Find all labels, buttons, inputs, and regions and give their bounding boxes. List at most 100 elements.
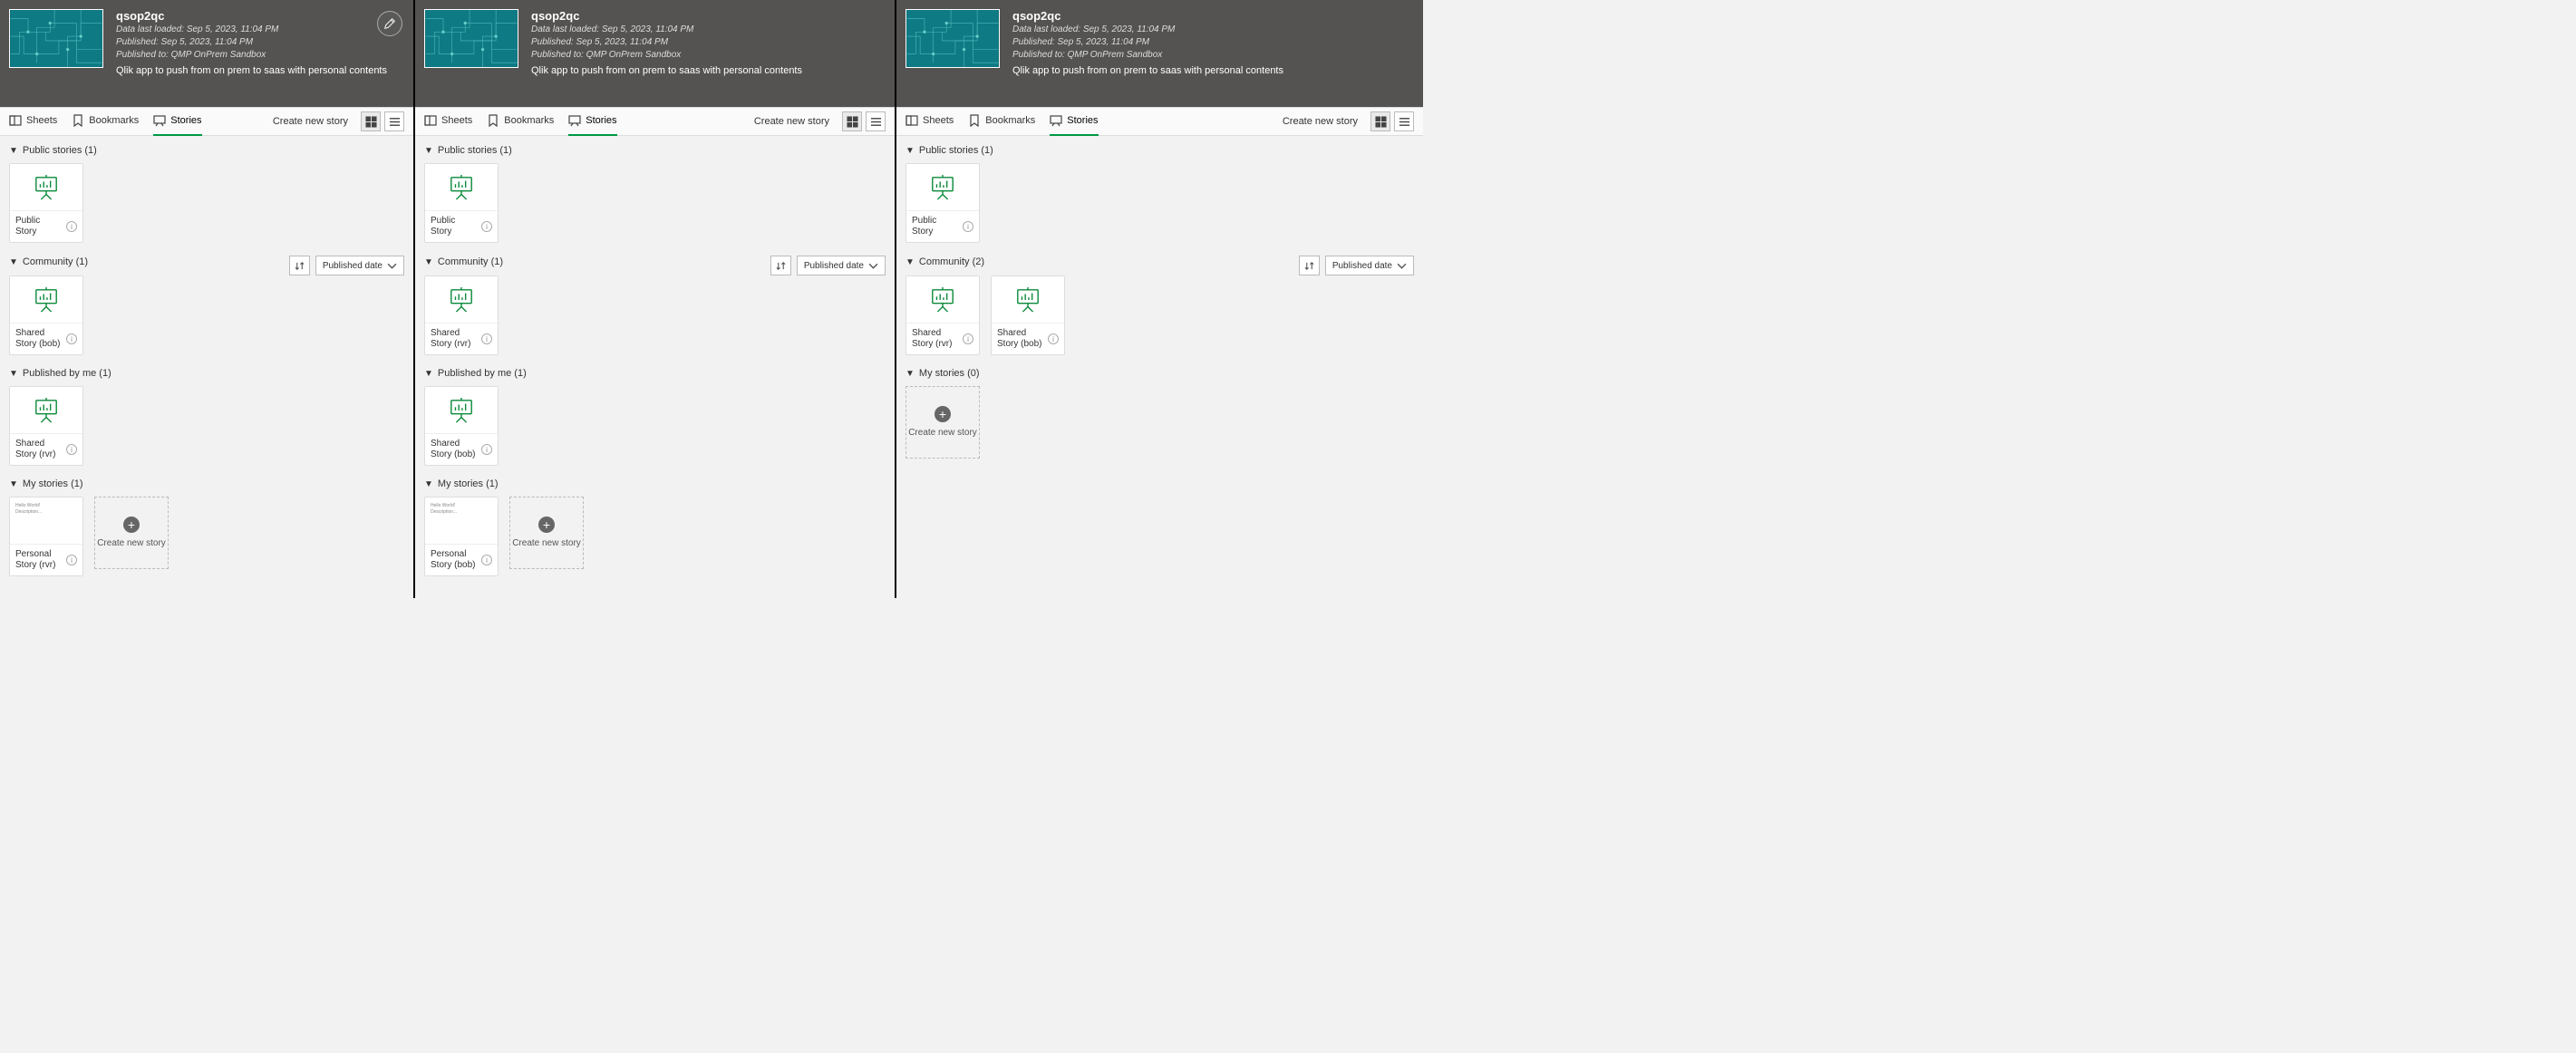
meta-published: Published: Sep 5, 2023, 11:04 PM [531,36,802,48]
tab-bookmarks[interactable]: Bookmarks [968,107,1035,136]
story-section: ▼My stories (1) Hello World! Description… [424,478,886,576]
collapse-icon: ▼ [424,479,433,489]
info-icon[interactable]: i [963,333,973,344]
info-icon[interactable]: i [481,333,492,344]
section-header[interactable]: ▼Community (1) [424,256,503,267]
collapse-icon: ▼ [905,369,915,379]
sort-field-dropdown[interactable]: Published date [315,256,404,275]
app-thumbnail [905,9,1000,68]
create-story-label: Create new story [512,538,581,549]
tab-bookmarks[interactable]: Bookmarks [72,107,139,136]
story-card[interactable]: Public Storyi [9,163,83,243]
create-story-card[interactable]: + Create new story [94,497,169,569]
story-card[interactable]: Shared Story (bob)i [991,275,1065,355]
create-story-label: Create new story [908,428,977,439]
story-card[interactable]: Shared Story (bob)i [9,275,83,355]
info-icon[interactable]: i [66,444,77,455]
section-header[interactable]: ▼My stories (1) [424,478,499,489]
story-card[interactable]: Shared Story (bob)i [424,386,499,466]
info-icon[interactable]: i [66,555,77,565]
story-card[interactable]: Shared Story (rvr)i [424,275,499,355]
tab-stories[interactable]: Stories [1050,107,1098,136]
content-area: ▼Public stories (1) Public Storyi ▼Commu… [0,136,413,598]
story-thumbnail: Hello World! Description... [10,498,82,545]
section-header[interactable]: ▼Community (1) [9,256,88,267]
tab-stories[interactable]: Stories [568,107,616,136]
story-card[interactable]: Hello World! Description... Personal Sto… [9,497,83,576]
story-thumbnail [10,276,82,324]
app-title: qsop2qc [531,9,802,23]
tab-bar: Sheets Bookmarks Stories Create new stor… [415,107,895,136]
info-icon[interactable]: i [481,444,492,455]
tab-sheets[interactable]: Sheets [905,107,954,136]
create-story-card[interactable]: + Create new story [905,386,980,459]
create-new-story-link[interactable]: Create new story [273,116,348,127]
create-new-story-link[interactable]: Create new story [754,116,829,127]
info-icon[interactable]: i [963,221,973,232]
grid-view-button[interactable] [842,111,862,131]
section-header[interactable]: ▼Community (2) [905,256,984,267]
list-view-button[interactable] [384,111,404,131]
section-header[interactable]: ▼My stories (1) [9,478,83,489]
sort-button[interactable] [1299,256,1320,275]
app-panel: qsop2qc Data last loaded: Sep 5, 2023, 1… [0,0,413,598]
content-area: ▼Public stories (1) Public Story i ▼Commu… [896,136,1423,480]
collapse-icon: ▼ [424,257,433,267]
info-icon[interactable]: i [1048,333,1059,344]
meta-published: Published: Sep 5, 2023, 11:04 PM [1012,36,1283,48]
story-card[interactable]: Hello World! Description... Personal Sto… [424,497,499,576]
story-title: Shared Story (rvr) [912,328,959,350]
app-title: qsop2qc [1012,9,1283,23]
section-header[interactable]: ▼Public stories (1) [905,145,993,156]
story-section: ▼Published by me (1) Shared Story (bob)i [424,368,886,466]
story-thumbnail: Hello World! Description... [425,498,498,545]
story-title: Shared Story (rvr) [431,328,478,350]
list-view-button[interactable] [1394,111,1414,131]
story-thumbnail [992,276,1064,324]
list-view-button[interactable] [866,111,886,131]
tab-sheets[interactable]: Sheets [424,107,472,136]
sort-field-dropdown[interactable]: Published date [1325,256,1414,275]
section-header[interactable]: ▼My stories (0) [905,368,980,379]
story-title: Public Story [912,216,959,237]
tab-stories[interactable]: Stories [153,107,201,136]
sort-button[interactable] [770,256,791,275]
create-new-story-link[interactable]: Create new story [1283,116,1358,127]
meta-publishedto: Published to: QMP OnPrem Sandbox [1012,49,1283,61]
story-thumbnail [906,276,979,324]
meta-loaded: Data last loaded: Sep 5, 2023, 11:04 PM [1012,24,1283,35]
create-story-label: Create new story [97,538,166,549]
sort-field-dropdown[interactable]: Published date [797,256,886,275]
story-section: ▼Published by me (1) Shared Story (rvr)i [9,368,404,466]
info-icon[interactable]: i [66,333,77,344]
section-header[interactable]: ▼Public stories (1) [9,145,97,156]
story-card[interactable]: Public Storyi [424,163,499,243]
story-section: ▼My stories (0) + Create new story [905,368,1414,459]
info-icon[interactable]: i [481,555,492,565]
app-description: Qlik app to push from on prem to saas wi… [531,65,802,76]
story-card[interactable]: Public Story i [905,163,980,243]
info-icon[interactable]: i [66,221,77,232]
grid-view-button[interactable] [1370,111,1390,131]
sort-button[interactable] [289,256,310,275]
grid-view-button[interactable] [361,111,381,131]
tab-bookmarks[interactable]: Bookmarks [487,107,554,136]
story-card[interactable]: Shared Story (rvr)i [9,386,83,466]
section-header[interactable]: ▼Published by me (1) [9,368,111,379]
create-story-card[interactable]: + Create new story [509,497,584,569]
app-panel: qsop2qc Data last loaded: Sep 5, 2023, 1… [896,0,1423,598]
section-header[interactable]: ▼Published by me (1) [424,368,527,379]
meta-publishedto: Published to: QMP OnPrem Sandbox [116,49,387,61]
plus-icon: + [123,517,140,533]
story-card[interactable]: Shared Story (rvr) i [905,275,980,355]
info-icon[interactable]: i [481,221,492,232]
app-thumbnail [9,9,103,68]
story-section: ▼Public stories (1) Public Storyi [424,145,886,243]
story-section: ▼Public stories (1) Public Storyi [9,145,404,243]
section-header[interactable]: ▼Public stories (1) [424,145,512,156]
meta-loaded: Data last loaded: Sep 5, 2023, 11:04 PM [531,24,802,35]
tab-sheets[interactable]: Sheets [9,107,57,136]
story-thumbnail [10,387,82,434]
story-thumbnail [906,164,979,211]
edit-button[interactable] [377,11,402,36]
